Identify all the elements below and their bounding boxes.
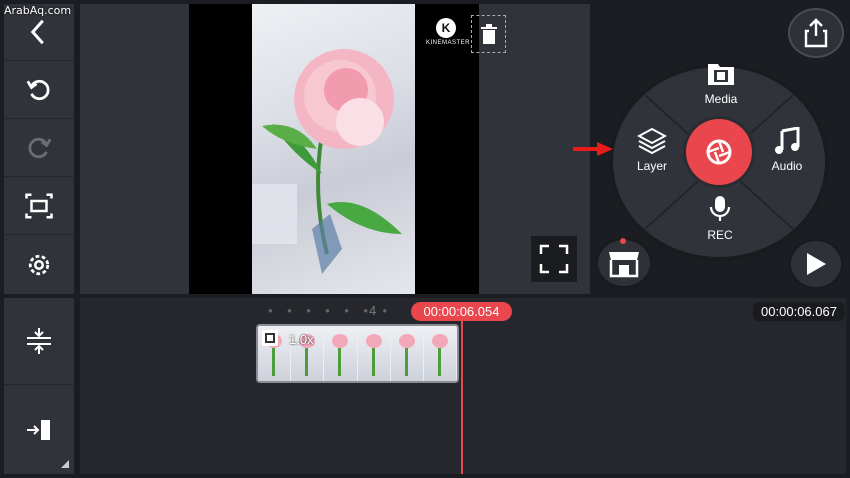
fullscreen-button[interactable] (531, 236, 577, 282)
expand-timeline-button[interactable] (4, 298, 74, 385)
media-icon (708, 64, 734, 85)
timeline-ruler-marker: 4 (369, 303, 377, 318)
redo-button[interactable] (4, 120, 74, 177)
media-label: Media (704, 92, 738, 106)
camera-shutter-icon (706, 139, 732, 165)
share-button[interactable] (788, 8, 844, 58)
current-time-indicator: 00:00:06.054 (411, 302, 512, 321)
red-arrow-annotation (573, 142, 613, 156)
audio-label: Audio (771, 159, 803, 173)
rec-button[interactable]: REC (696, 194, 744, 242)
expand-vertical-icon (27, 328, 51, 354)
watermark-text: ArabAq.com (4, 4, 72, 17)
crop-icon (25, 193, 53, 219)
crop-button[interactable] (4, 178, 74, 235)
jump-to-end-icon (27, 419, 50, 440)
audio-button[interactable]: Audio (763, 127, 811, 173)
microphone-icon (709, 196, 731, 221)
kinemaster-logo-icon: K (436, 18, 456, 38)
layer-icon (637, 127, 667, 155)
store-notification-dot (620, 238, 626, 244)
trash-icon (480, 24, 497, 44)
undo-button[interactable] (4, 62, 74, 119)
back-icon (30, 19, 44, 45)
play-icon (807, 253, 826, 275)
clip-thumbnail (390, 326, 424, 381)
store-icon (609, 252, 639, 278)
clip-thumbnail (423, 326, 457, 381)
capture-button[interactable] (686, 119, 752, 185)
video-preview-image[interactable] (252, 4, 415, 294)
settings-button[interactable] (4, 236, 74, 293)
redo-icon (28, 137, 52, 159)
layer-button[interactable]: Layer (628, 127, 676, 173)
fullscreen-icon (539, 244, 569, 274)
settings-icon (28, 254, 50, 275)
delete-button[interactable] (471, 15, 506, 53)
rec-label: REC (707, 228, 733, 242)
music-note-icon (775, 127, 800, 154)
play-button[interactable] (788, 238, 844, 290)
share-icon (804, 18, 828, 48)
video-clip[interactable] (256, 324, 459, 383)
timeline-track-area[interactable] (80, 298, 846, 474)
total-duration: 00:00:06.067 (753, 302, 845, 321)
kinemaster-logo-text: KINEMASTER (426, 40, 471, 46)
undo-icon (26, 79, 50, 101)
corner-indicator-icon (61, 460, 69, 468)
media-button[interactable]: Media (697, 60, 745, 106)
playhead[interactable] (461, 320, 463, 474)
timeline-toolbar (4, 298, 74, 474)
left-toolbar (4, 4, 74, 294)
film-icon (262, 330, 278, 346)
jump-to-end-button[interactable] (4, 386, 74, 473)
kinemaster-logo: K KINEMASTER (426, 18, 471, 58)
clip-thumbnail (324, 326, 358, 381)
clip-speed-label: 1.0x (289, 332, 314, 347)
asset-store-button[interactable] (595, 237, 653, 289)
layer-label: Layer (636, 159, 668, 173)
clip-thumbnail (357, 326, 391, 381)
